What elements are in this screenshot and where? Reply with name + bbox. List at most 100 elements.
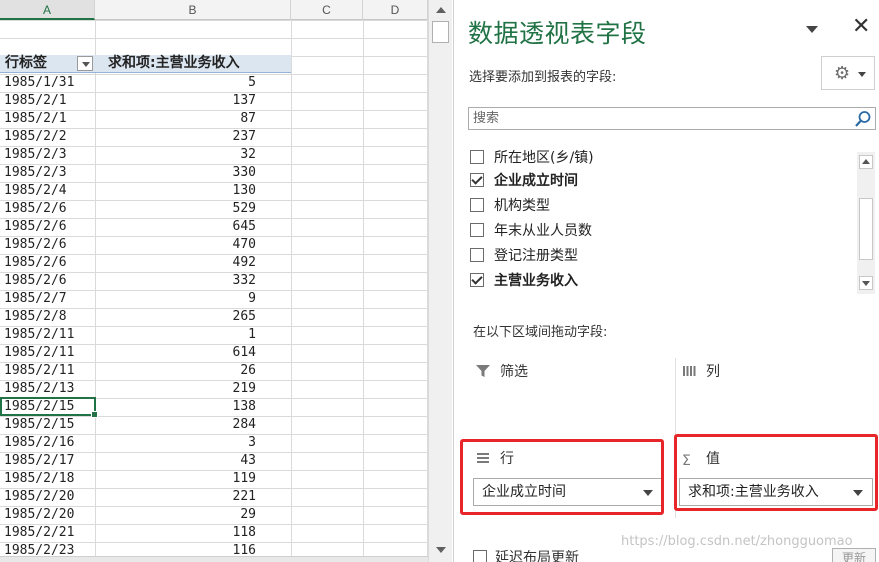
row-date-cell[interactable]: 1985/2/13 xyxy=(4,380,74,398)
table-row[interactable]: 1985/2/6 645 xyxy=(0,218,291,236)
table-row[interactable]: 1985/2/11 614 xyxy=(0,344,291,362)
row-date-cell[interactable]: 1985/2/18 xyxy=(4,470,74,488)
tools-button[interactable]: ⚙ xyxy=(821,56,875,90)
row-date-cell[interactable]: 1985/1/31 xyxy=(4,74,74,92)
row-value-cell[interactable]: 3 xyxy=(248,434,256,452)
column-header-b[interactable]: B xyxy=(95,0,291,20)
table-row[interactable]: 1985/2/18 119 xyxy=(0,470,291,488)
checkbox-checked-icon[interactable] xyxy=(470,273,484,287)
row-value-cell[interactable]: 29 xyxy=(240,506,256,524)
row-date-cell[interactable]: 1985/2/8 xyxy=(4,308,67,326)
row-date-cell[interactable]: 1985/2/11 xyxy=(4,362,74,380)
table-row[interactable]: 1985/2/6 529 xyxy=(0,200,291,218)
field-list-scrollbar[interactable] xyxy=(857,152,875,294)
row-value-cell[interactable]: 332 xyxy=(233,272,256,290)
row-date-cell[interactable]: 1985/2/11 xyxy=(4,326,74,344)
table-row[interactable]: 1985/2/20 221 xyxy=(0,488,291,506)
field-item[interactable]: 主营业务收入 xyxy=(470,271,578,291)
table-row[interactable]: 1985/2/6 332 xyxy=(0,272,291,290)
scroll-down-icon[interactable] xyxy=(431,541,450,558)
checkbox-icon[interactable] xyxy=(470,150,484,164)
table-row[interactable]: 1985/2/16 3 xyxy=(0,434,291,452)
row-date-cell[interactable]: 1985/2/6 xyxy=(4,254,67,272)
table-row[interactable]: 1985/1/31 5 xyxy=(0,74,291,92)
row-date-cell[interactable]: 1985/2/15 xyxy=(4,416,74,434)
row-date-cell[interactable]: 1985/2/4 xyxy=(4,182,67,200)
scroll-up-icon[interactable] xyxy=(431,2,450,19)
vertical-scrollbar[interactable] xyxy=(428,0,452,562)
table-row[interactable]: 1985/2/2 237 xyxy=(0,128,291,146)
sheet-tab-bar[interactable] xyxy=(0,556,428,562)
panel-options-chevron-down-icon[interactable] xyxy=(806,26,818,34)
table-row[interactable]: 1985/2/7 9 xyxy=(0,290,291,308)
row-date-cell[interactable]: 1985/2/16 xyxy=(4,434,74,452)
row-date-cell[interactable]: 1985/2/2 xyxy=(4,128,67,146)
row-value-cell[interactable]: 529 xyxy=(233,200,256,218)
row-date-cell[interactable]: 1985/2/1 xyxy=(4,110,67,128)
row-value-cell[interactable]: 330 xyxy=(233,164,256,182)
table-row[interactable]: 1985/2/21 118 xyxy=(0,524,291,542)
scroll-thumb[interactable] xyxy=(859,198,873,260)
row-date-cell[interactable]: 1985/2/6 xyxy=(4,236,67,254)
row-value-cell[interactable]: 43 xyxy=(240,452,256,470)
row-value-cell[interactable]: 237 xyxy=(233,128,256,146)
row-value-cell[interactable]: 87 xyxy=(240,110,256,128)
update-button[interactable]: 更新 xyxy=(832,548,876,562)
table-row[interactable]: 1985/2/3 32 xyxy=(0,146,291,164)
scroll-down-icon[interactable] xyxy=(859,276,873,290)
row-value-cell[interactable]: 119 xyxy=(233,470,256,488)
field-item[interactable]: 年末从业人员数 xyxy=(470,221,592,241)
row-value-cell[interactable]: 470 xyxy=(233,236,256,254)
row-value-cell[interactable]: 138 xyxy=(233,398,256,416)
field-item[interactable]: 机构类型 xyxy=(470,196,550,216)
checkbox-icon[interactable] xyxy=(470,198,484,212)
column-header-a[interactable]: A xyxy=(0,0,95,20)
table-row[interactable]: 1985/2/4 130 xyxy=(0,182,291,200)
scroll-up-icon[interactable] xyxy=(859,155,873,169)
row-value-cell[interactable]: 26 xyxy=(240,362,256,380)
row-date-cell[interactable]: 1985/2/6 xyxy=(4,218,67,236)
row-value-cell[interactable]: 645 xyxy=(233,218,256,236)
row-value-cell[interactable]: 219 xyxy=(233,380,256,398)
spreadsheet-grid[interactable]: A B C D 行标签 求和项:主营业务收入 1985/1/31 5 1985/2/… xyxy=(0,0,452,562)
row-value-cell[interactable]: 130 xyxy=(233,182,256,200)
table-row[interactable]: 1985/2/11 26 xyxy=(0,362,291,380)
row-date-cell[interactable]: 1985/2/7 xyxy=(4,290,67,308)
row-value-cell[interactable]: 137 xyxy=(233,92,256,110)
table-row[interactable]: 1985/2/11 1 xyxy=(0,326,291,344)
row-date-cell[interactable]: 1985/2/1 xyxy=(4,92,67,110)
table-row[interactable]: 1985/2/6 492 xyxy=(0,254,291,272)
row-value-cell[interactable]: 221 xyxy=(233,488,256,506)
table-row[interactable]: 1985/2/1 87 xyxy=(0,110,291,128)
row-date-cell[interactable]: 1985/2/3 xyxy=(4,146,67,164)
checkbox-icon[interactable] xyxy=(470,223,484,237)
table-row[interactable]: 1985/2/8 265 xyxy=(0,308,291,326)
row-date-cell[interactable]: 1985/2/6 xyxy=(4,272,67,290)
search-input[interactable]: 搜索 xyxy=(468,107,876,130)
row-value-cell[interactable]: 614 xyxy=(233,344,256,362)
row-date-cell[interactable]: 1985/2/3 xyxy=(4,164,67,182)
row-value-cell[interactable]: 5 xyxy=(248,74,256,92)
row-date-cell[interactable]: 1985/2/6 xyxy=(4,200,67,218)
table-row[interactable]: 1985/2/20 29 xyxy=(0,506,291,524)
field-item[interactable]: 企业成立时间 xyxy=(470,171,578,191)
row-value-cell[interactable]: 492 xyxy=(233,254,256,272)
row-label-filter-button[interactable] xyxy=(77,56,93,71)
table-row[interactable]: 1985/2/13 219 xyxy=(0,380,291,398)
table-row[interactable]: 1985/2/15 284 xyxy=(0,416,291,434)
row-date-cell[interactable]: 1985/2/11 xyxy=(4,344,74,362)
checkbox-icon[interactable] xyxy=(473,550,487,562)
row-date-cell[interactable]: 1985/2/20 xyxy=(4,506,74,524)
field-item[interactable]: 登记注册类型 xyxy=(470,246,578,266)
selected-cell[interactable] xyxy=(0,397,98,418)
table-row[interactable]: 1985/2/17 43 xyxy=(0,452,291,470)
row-value-cell[interactable]: 32 xyxy=(240,146,256,164)
row-value-cell[interactable]: 9 xyxy=(248,290,256,308)
row-value-cell[interactable]: 265 xyxy=(233,308,256,326)
row-value-cell[interactable]: 118 xyxy=(233,524,256,542)
search-icon[interactable] xyxy=(854,110,872,128)
column-header-c[interactable]: C xyxy=(291,0,363,20)
table-row[interactable]: 1985/2/6 470 xyxy=(0,236,291,254)
scroll-thumb[interactable] xyxy=(432,21,449,43)
close-icon[interactable]: ✕ xyxy=(852,14,870,40)
